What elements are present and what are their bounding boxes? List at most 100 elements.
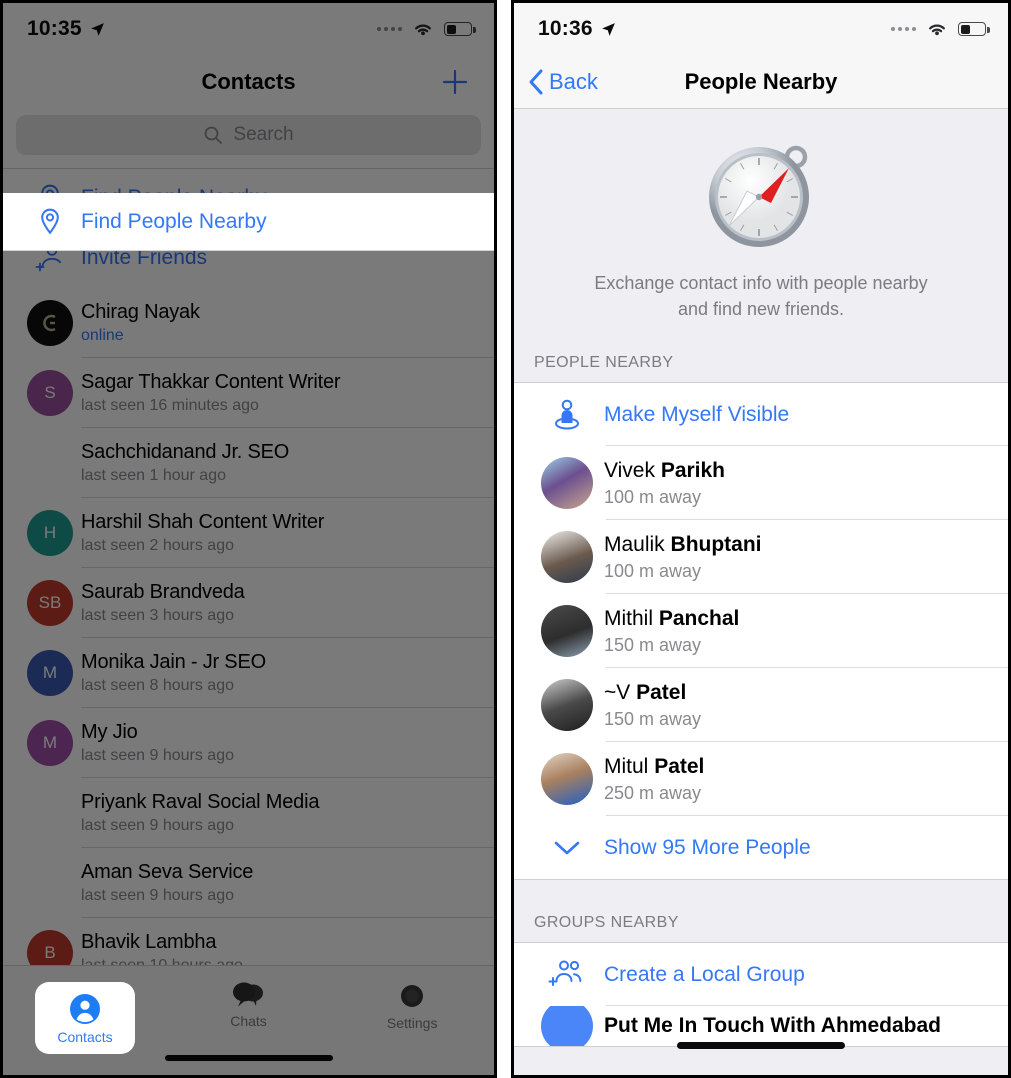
person-first-name: Mitul [604,754,655,778]
tab-chats[interactable]: Chats [167,972,331,1029]
contact-name: Harshil Shah Content Writer [81,511,325,533]
left-nav-bar: Contacts [3,55,494,109]
avatar: M [27,650,73,696]
contact-avatar-cell: SB [19,580,81,626]
avatar [541,457,593,510]
person-name: ~V Patel [604,681,701,705]
contact-status: last seen 9 hours ago [81,747,234,764]
contact-row[interactable]: Priyank Raval Social Media last seen 9 ho… [3,778,494,848]
left-phone-screen: 10:35 Contacts Search Invite Friends Chi… [0,0,497,1078]
panel-gap [497,0,511,1078]
right-nav-bar: Back People Nearby [514,55,1008,109]
status-time: 10:35 [27,17,82,40]
person-texts: Mithil Panchal 150 m away [604,607,739,656]
contact-row[interactable]: Chirag Nayak online [3,288,494,358]
hero-caption: Exchange contact info with people nearby… [514,270,1008,322]
person-row[interactable]: Vivek Parikh 100 m away [514,446,1008,521]
group-row[interactable]: Put Me In Touch With Ahmedabad [514,1006,1008,1047]
tab-contacts-active-label: Contacts [57,1028,113,1045]
back-label: Back [549,68,598,94]
avatar [541,679,593,732]
contact-name: Bhavik Lambha [81,931,217,953]
contact-row[interactable]: M Monika Jain - Jr SEO last seen 8 hours a… [3,638,494,708]
contact-row[interactable]: SB Saurab Brandveda last seen 3 hours ago [3,568,494,638]
contact-texts: Priyank Raval Social Media last seen 9 ho… [81,791,319,835]
person-avatar-cell [530,457,604,510]
show-more-people-row[interactable]: Show 95 More People [514,816,1008,880]
status-indicators [377,20,476,38]
contact-row[interactable]: Sachchidanand Jr. SEO last seen 1 hour ag… [3,428,494,498]
person-texts: ~V Patel 150 m away [604,681,701,730]
person-avatar-cell [530,679,604,732]
find-people-nearby-highlight[interactable]: Find People Nearby [3,193,494,251]
back-button[interactable]: Back [528,68,598,96]
signal-dots-icon [377,27,402,31]
contact-texts: Sagar Thakkar Content Writer last seen 16… [81,371,341,415]
location-arrow-icon [90,22,104,36]
avatar: M [27,720,73,766]
make-myself-visible-row[interactable]: Make Myself Visible [514,383,1008,447]
contact-name: Sagar Thakkar Content Writer [81,371,341,393]
contact-name: My Jio [81,721,138,743]
search-icon [204,126,223,144]
make-myself-visible-label: Make Myself Visible [604,402,790,426]
battery-icon [958,22,990,36]
contact-status: last seen 2 hours ago [81,537,234,554]
battery-icon [444,22,476,36]
contacts-list: Chirag Nayak online S Sagar Thakkar Content… [3,288,494,988]
contact-row[interactable]: H Harshil Shah Content Writer last seen 2 … [3,498,494,568]
person-pin-icon [555,399,579,430]
tab-settings[interactable]: Settings [330,972,494,1031]
person-distance: 100 m away [604,486,702,507]
map-pin-icon-cell-highlight [19,207,81,237]
person-last-name: Patel [654,754,705,778]
left-status-bar: 10:35 [3,3,494,55]
tab-contacts-active[interactable]: Contacts [35,982,135,1054]
person-avatar-cell [530,753,604,806]
contact-avatar-cell: M [19,650,81,696]
contact-row[interactable]: S Sagar Thakkar Content Writer last seen 1… [3,358,494,428]
person-avatar-cell [530,531,604,584]
chevron-down-icon [554,841,580,854]
contact-row[interactable]: M My Jio last seen 9 hours ago [3,708,494,778]
add-contact-button[interactable] [438,65,472,99]
person-avatar-cell [530,605,604,658]
contact-texts: Harshil Shah Content Writer last seen 2 h… [81,511,324,555]
chat-bubbles-icon [232,982,263,1007]
avatar [541,531,593,584]
tab-settings-label: Settings [386,1015,438,1031]
create-local-group-row[interactable]: Create a Local Group [514,943,1008,1007]
map-pin-icon [41,208,59,234]
search-input[interactable]: Search [16,115,481,155]
create-local-group-label: Create a Local Group [604,962,805,986]
contact-texts: Saurab Brandveda last seen 3 hours ago [81,581,245,625]
contact-status: last seen 9 hours ago [81,887,234,904]
status-indicators [891,20,990,38]
search-placeholder: Search [233,124,294,145]
gear-icon [401,985,424,1007]
person-texts: Mitul Patel 250 m away [604,755,704,804]
chevron-down-icon-cell [530,838,604,858]
person-row[interactable]: Mitul Patel 250 m away [514,742,1008,817]
person-last-name: Panchal [658,606,740,630]
group-avatar-cell [530,1006,604,1047]
avatar [541,605,593,658]
person-first-name: ~V [604,680,637,704]
person-last-name: Patel [636,680,687,704]
contact-texts: Chirag Nayak online [81,301,200,345]
page-title: Contacts [201,69,296,94]
compass-icon [709,145,809,247]
chevron-left-icon [529,69,543,94]
wifi-icon [929,24,945,36]
person-row[interactable]: Mithil Panchal 150 m away [514,594,1008,669]
person-row[interactable]: ~V Patel 150 m away [514,668,1008,743]
person-first-name: Vivek [604,458,661,482]
person-row[interactable]: Maulik Bhuptani 100 m away [514,520,1008,595]
person-name: Vivek Parikh [604,459,725,483]
right-phone-screen: 10:36 Back People Nearby Exchange contac… [511,0,1011,1078]
contact-name: Priyank Raval Social Media [81,791,320,813]
contact-row[interactable]: Aman Seva Service last seen 9 hours ago [3,848,494,918]
tab-chats-label: Chats [230,1013,267,1029]
contact-texts: Sachchidanand Jr. SEO last seen 1 hour ag… [81,441,289,485]
contact-status: online [81,327,124,344]
